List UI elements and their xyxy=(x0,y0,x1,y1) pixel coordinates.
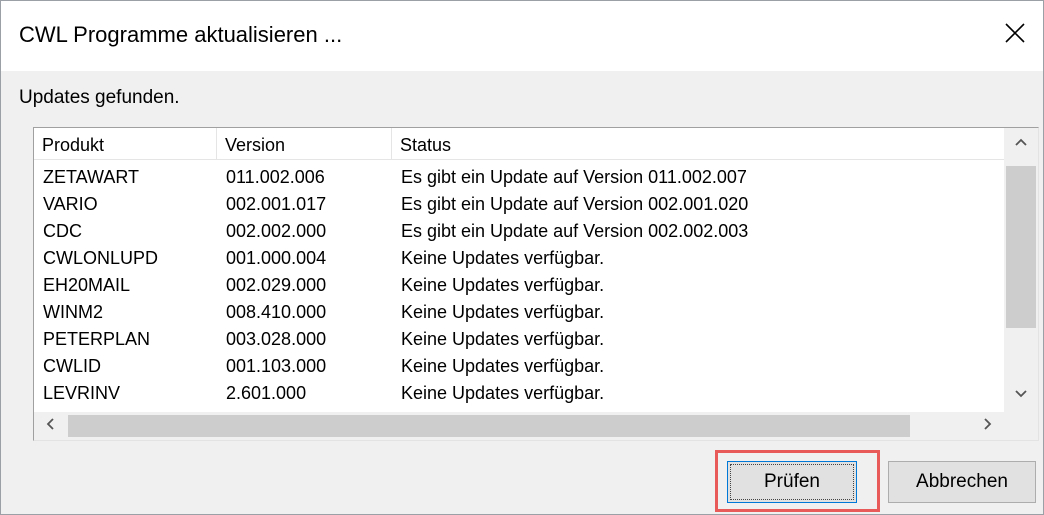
list-header: Produkt Version Status xyxy=(34,128,1004,162)
chevron-down-icon xyxy=(1013,385,1029,406)
products-list[interactable]: Produkt Version Status ZETAWART 011.002.… xyxy=(33,127,1039,441)
window-title: CWL Programme aktualisieren ... xyxy=(19,22,343,47)
scrollbar-corner xyxy=(1004,412,1038,440)
column-header-produkt[interactable]: Produkt xyxy=(34,128,217,160)
cell-version: 008.410.000 xyxy=(226,302,327,322)
cell-version: 2.601.000 xyxy=(226,383,307,403)
cell-status: Es gibt ein Update auf Version 002.002.0… xyxy=(401,221,749,241)
cell-status: Keine Updates verfügbar. xyxy=(401,275,605,295)
cell-status: Es gibt ein Update auf Version 002.001.0… xyxy=(401,194,749,214)
cell-status: Keine Updates verfügbar. xyxy=(401,248,605,268)
table-row[interactable]: LEVRINV 2.601.000 Keine Updates verfügba… xyxy=(34,380,1004,407)
scroll-up-button[interactable] xyxy=(1004,128,1038,162)
vertical-scrollbar[interactable] xyxy=(1004,128,1038,412)
abbrechen-button-label: Abbrechen xyxy=(916,471,1008,492)
cell-produkt: VARIO xyxy=(43,194,98,214)
cell-produkt: CDC xyxy=(43,221,82,241)
cell-produkt: WINM2 xyxy=(43,302,103,322)
chevron-left-icon xyxy=(43,416,59,437)
list-viewport: Produkt Version Status ZETAWART 011.002.… xyxy=(34,128,1004,412)
cell-version: 003.028.000 xyxy=(226,329,327,349)
cell-produkt: EH20MAIL xyxy=(43,275,131,295)
table-row[interactable]: ZETAWART 011.002.006 Es gibt ein Update … xyxy=(34,164,1004,191)
cell-produkt: CWLID xyxy=(43,356,101,376)
horizontal-scroll-thumb[interactable] xyxy=(68,415,910,437)
table-row[interactable]: CWLID 001.103.000 Keine Updates verfügba… xyxy=(34,353,1004,380)
status-text: Updates gefunden. xyxy=(19,87,180,108)
highlight-annotation xyxy=(715,450,880,512)
cell-produkt: LEVRINV xyxy=(43,383,121,403)
column-header-status[interactable]: Status xyxy=(392,128,1004,160)
cell-status: Keine Updates verfügbar. xyxy=(401,329,605,349)
update-dialog: CWL Programme aktualisieren ... Updates … xyxy=(0,0,1044,515)
table-row[interactable]: EH20MAIL 002.029.000 Keine Updates verfü… xyxy=(34,272,1004,299)
cell-status: Keine Updates verfügbar. xyxy=(401,302,605,322)
cell-produkt: CWLONLUPD xyxy=(43,248,159,268)
cell-version: 002.002.000 xyxy=(226,221,327,241)
column-header-version[interactable]: Version xyxy=(217,128,392,160)
table-row[interactable]: PETERPLAN 003.028.000 Keine Updates verf… xyxy=(34,326,1004,353)
chevron-right-icon xyxy=(979,416,995,437)
cell-version: 002.029.000 xyxy=(226,275,327,295)
cell-produkt: ZETAWART xyxy=(43,167,139,187)
close-icon xyxy=(1004,22,1026,49)
cell-version: 002.001.017 xyxy=(226,194,327,214)
cell-version: 001.103.000 xyxy=(226,356,327,376)
cell-version: 011.002.006 xyxy=(226,167,325,187)
chevron-up-icon xyxy=(1013,135,1029,156)
cell-status: Es gibt ein Update auf Version 011.002.0… xyxy=(401,167,747,187)
cell-status: Keine Updates verfügbar. xyxy=(401,356,605,376)
scroll-down-button[interactable] xyxy=(1004,378,1038,412)
table-row[interactable]: CDC 002.002.000 Es gibt ein Update auf V… xyxy=(34,218,1004,245)
title-bar[interactable]: CWL Programme aktualisieren ... xyxy=(1,1,1043,71)
horizontal-scrollbar[interactable] xyxy=(34,412,1004,440)
vertical-scroll-thumb[interactable] xyxy=(1006,166,1036,328)
table-row[interactable]: CWLONLUPD 001.000.004 Keine Updates verf… xyxy=(34,245,1004,272)
cell-version: 001.000.004 xyxy=(226,248,327,268)
scroll-left-button[interactable] xyxy=(34,412,68,440)
cell-produkt: PETERPLAN xyxy=(43,329,151,349)
scroll-right-button[interactable] xyxy=(970,412,1004,440)
table-row[interactable]: VARIO 002.001.017 Es gibt ein Update auf… xyxy=(34,191,1004,218)
cell-status: Keine Updates verfügbar. xyxy=(401,383,605,403)
table-row[interactable]: WINM2 008.410.000 Keine Updates verfügba… xyxy=(34,299,1004,326)
close-button[interactable] xyxy=(995,15,1035,55)
abbrechen-button[interactable]: Abbrechen xyxy=(888,461,1036,503)
